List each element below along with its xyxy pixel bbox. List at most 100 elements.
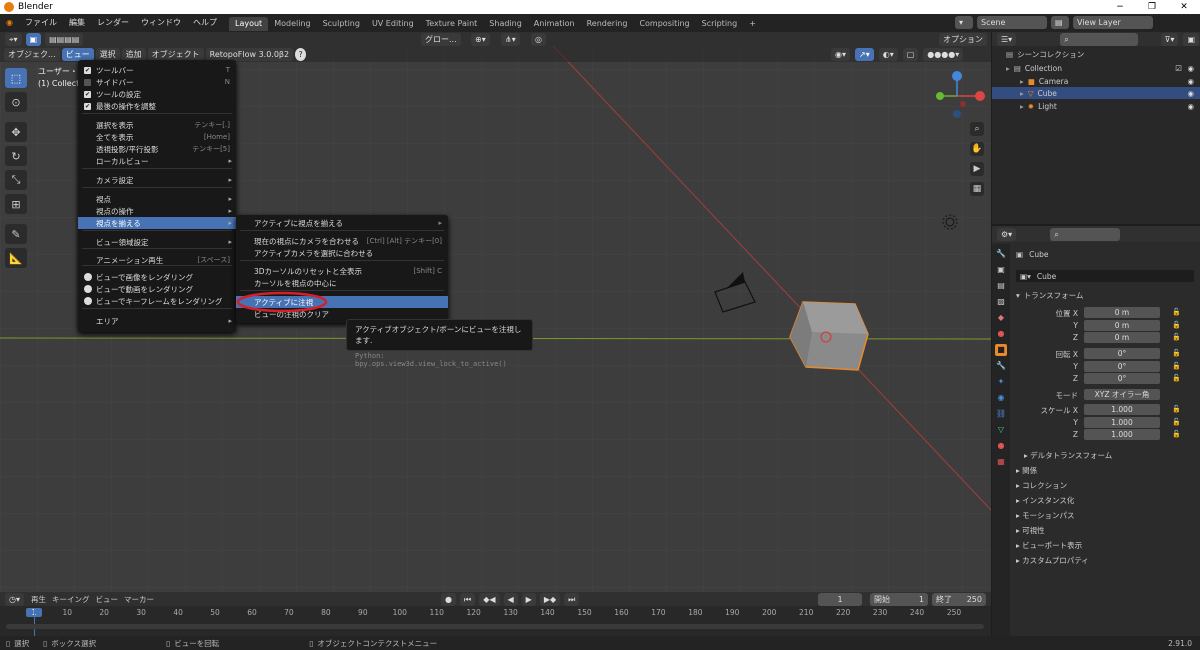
material-tab-icon[interactable]: ● xyxy=(995,440,1007,452)
view-menu-item[interactable]: 視点を揃える ▸ xyxy=(78,217,236,229)
property-section-header[interactable]: ▸ ビューポート表示 xyxy=(1016,540,1082,551)
menu-item[interactable]: ウィンドウ xyxy=(135,14,187,32)
scene-tab-icon[interactable]: ◆ xyxy=(995,312,1007,324)
retopoflow-menu[interactable]: RetopoFlow 3.0.0β2 xyxy=(205,47,294,61)
blender-menu-icon[interactable]: ◉ xyxy=(0,14,19,32)
lock-icon[interactable]: 🔓 xyxy=(1172,362,1181,370)
physics-tab-icon[interactable]: ◉ xyxy=(995,392,1007,404)
select-tool-icon[interactable]: ▣ xyxy=(25,32,42,46)
frame-ruler[interactable]: 1102030405060708090100110120130140150160… xyxy=(0,608,991,620)
camera-view-icon[interactable]: ▶ xyxy=(970,162,984,176)
view-menu-item[interactable]: サイドバー N xyxy=(78,76,236,88)
lock-icon[interactable]: 🔓 xyxy=(1172,374,1181,382)
grid-view-icon[interactable]: ▦ xyxy=(970,182,984,196)
outliner-editor-icon[interactable]: ☰▾ xyxy=(997,32,1017,46)
help-icon[interactable]: ? xyxy=(295,47,307,61)
workspace-tab[interactable]: Scripting xyxy=(696,17,744,31)
close-button[interactable]: ✕ xyxy=(1168,0,1200,14)
maximize-button[interactable]: ❐ xyxy=(1136,0,1168,14)
minimize-button[interactable]: − xyxy=(1104,0,1136,14)
visibility-icon[interactable]: ◉▾ xyxy=(831,48,850,61)
view-menu-item[interactable]: ビューでキーフレームをレンダリング xyxy=(78,295,236,307)
property-value-field[interactable]: 1.000 xyxy=(1084,429,1160,440)
transform-panel-header[interactable]: ▾ トランスフォーム xyxy=(1016,290,1083,301)
shading-modes-icon[interactable]: ●●●●▾ xyxy=(923,48,964,61)
workspace-tab[interactable]: Compositing xyxy=(633,17,695,31)
property-value-field[interactable]: 0° xyxy=(1084,373,1160,384)
pan-hand-icon[interactable]: ✋ xyxy=(970,142,984,156)
next-key-icon[interactable]: ▶◆ xyxy=(539,592,561,606)
properties-editor-icon[interactable]: ⚙▾ xyxy=(997,227,1017,241)
cursor-icon[interactable]: ⊙ xyxy=(5,92,27,112)
expand-arrow-icon[interactable]: ▸ xyxy=(1020,89,1024,98)
output-tab-icon[interactable]: ▤ xyxy=(995,280,1007,292)
exclude-checkbox-icon[interactable]: ☑ xyxy=(1175,64,1182,73)
view-menu-item[interactable]: ローカルビュー ▸ xyxy=(78,155,236,167)
data-tab-icon[interactable]: ▽ xyxy=(995,424,1007,436)
jump-end-icon[interactable]: ⏭ xyxy=(564,592,580,606)
view-menu-item[interactable]: ✔ 最後の操作を調整 xyxy=(78,100,236,112)
end-frame-field[interactable]: 終了 250 xyxy=(932,592,986,606)
property-value-field[interactable]: XYZ オイラー角 xyxy=(1084,389,1160,400)
workspace-tab[interactable]: UV Editing xyxy=(366,17,420,31)
view-layer-icon[interactable]: ▤ xyxy=(1051,16,1069,29)
new-collection-icon[interactable]: ▣ xyxy=(1183,32,1199,46)
property-section-header[interactable]: ▸ 関係 xyxy=(1016,465,1037,476)
checkbox-icon[interactable]: ✔ xyxy=(84,102,91,110)
transform-icon[interactable]: ⊞ xyxy=(5,194,27,214)
mode-dropdown[interactable]: オブジェク... xyxy=(4,47,60,61)
options-dropdown[interactable]: オプション xyxy=(939,32,987,46)
submenu-item[interactable]: カーソルを視点の中心に xyxy=(236,277,448,289)
timeline-editor-icon[interactable]: ◷▾ xyxy=(5,592,24,606)
visibility-eye-icon[interactable]: ◉ xyxy=(1187,77,1194,86)
object-name-field[interactable]: ▣▾ Cube xyxy=(1016,270,1194,282)
overlay-icon[interactable]: ◐▾ xyxy=(878,48,898,61)
editor-type-icon[interactable]: ⌖▾ xyxy=(5,32,22,46)
checkbox-icon[interactable] xyxy=(84,78,91,86)
rotate-icon[interactable]: ↻ xyxy=(5,146,27,166)
submenu-item[interactable]: アクティブカメラを選択に合わせる xyxy=(236,247,448,259)
lock-icon[interactable]: 🔓 xyxy=(1172,321,1181,329)
start-frame-field[interactable]: 開始 1 xyxy=(870,592,928,606)
property-section-header[interactable]: ▸ インスタンス化 xyxy=(1016,495,1074,506)
play-icon[interactable]: ▶ xyxy=(521,592,536,606)
view-menu-item[interactable]: カメラ設定 ▸ xyxy=(78,174,236,186)
xray-icon[interactable]: ▢ xyxy=(902,48,919,61)
move-icon[interactable]: ✥ xyxy=(5,122,27,142)
view-menu[interactable]: ビュー xyxy=(61,47,94,61)
outliner-item[interactable]: ▸ ✹ Light ◉ xyxy=(992,100,1200,112)
select-box-icon[interactable]: ⬚ xyxy=(5,68,27,88)
object-tab-icon[interactable]: ■ xyxy=(995,344,1007,356)
lock-icon[interactable]: 🔓 xyxy=(1172,349,1181,357)
view-menu-item[interactable]: ✔ ツールの設定 xyxy=(78,88,236,100)
property-value-field[interactable]: 1.000 xyxy=(1084,404,1160,415)
pivot-icon[interactable]: ⊕▾ xyxy=(471,32,490,46)
workspace-tab[interactable]: Layout xyxy=(228,17,269,31)
lock-icon[interactable]: 🔓 xyxy=(1172,333,1181,341)
lock-icon[interactable]: 🔓 xyxy=(1172,418,1181,426)
property-section-header[interactable]: ▸ モーションパス xyxy=(1016,510,1075,521)
visibility-eye-icon[interactable]: ◉ xyxy=(1187,102,1194,111)
view-menu-item[interactable]: ビューで画像をレンダリング xyxy=(78,271,236,283)
timeline-menu-item[interactable]: 再生 xyxy=(31,594,46,605)
expand-arrow-icon[interactable]: ▸ xyxy=(1020,102,1024,111)
filter-icon[interactable]: ⊽▾ xyxy=(1160,32,1179,46)
workspace-tab[interactable]: Shading xyxy=(483,17,528,31)
workspace-tab[interactable]: Sculpting xyxy=(317,17,366,31)
property-value-field[interactable]: 1.000 xyxy=(1084,417,1160,428)
visibility-eye-icon[interactable]: ◉ xyxy=(1187,64,1194,73)
submenu-item[interactable]: 3Dカーソルのリセットと全表示 [Shift] C xyxy=(236,265,448,277)
workspace-tab[interactable]: Rendering xyxy=(581,17,634,31)
menu-item[interactable]: ヘルプ xyxy=(187,14,223,32)
playhead[interactable] xyxy=(34,608,35,636)
object-menu[interactable]: オブジェクト xyxy=(147,47,204,61)
property-value-field[interactable]: 0° xyxy=(1084,348,1160,359)
property-section-header[interactable]: ▸ 可視性 xyxy=(1016,525,1045,536)
view-menu-item[interactable]: ビューで動画をレンダリング xyxy=(78,283,236,295)
view-menu-item[interactable]: エリア ▸ xyxy=(78,315,236,327)
view-menu-item[interactable]: 視点の操作 ▸ xyxy=(78,205,236,217)
property-value-field[interactable]: 0 m xyxy=(1084,307,1160,318)
scale-icon[interactable]: ⤡ xyxy=(5,170,27,190)
outliner-search-input[interactable]: ⌕ xyxy=(1060,32,1138,46)
view-menu-item[interactable]: 視点 ▸ xyxy=(78,193,236,205)
